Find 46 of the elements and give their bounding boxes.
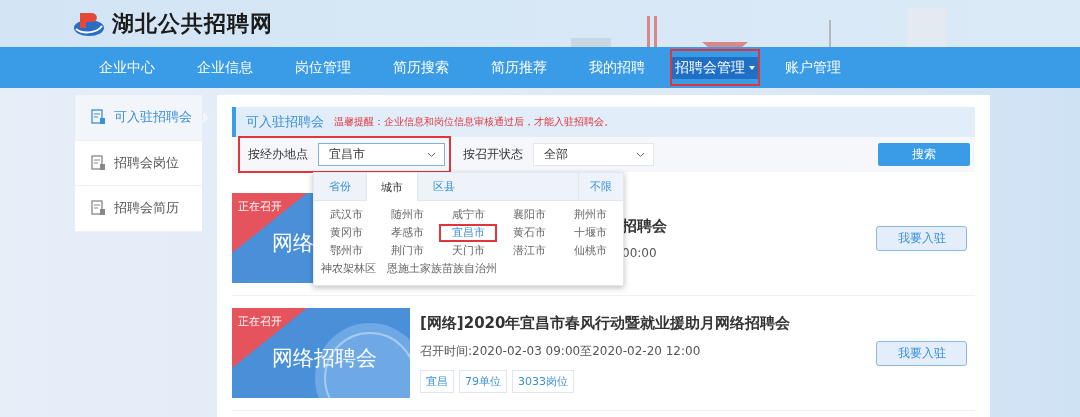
document-icon: [91, 200, 106, 217]
chevron-down-icon: [636, 151, 645, 158]
status-label: 正在召开: [238, 199, 282, 214]
city-option[interactable]: 襄阳市: [501, 207, 557, 223]
city-option[interactable]: 宜昌市: [440, 225, 496, 241]
section-title: 可入驻招聘会: [246, 113, 324, 131]
status-label: 正在召开: [238, 314, 282, 329]
city-option[interactable]: 随州市: [379, 207, 435, 223]
location-select[interactable]: 宜昌市: [318, 143, 445, 166]
city-option[interactable]: 神农架林区: [318, 261, 379, 277]
fair-tag: 宜昌: [420, 369, 454, 393]
fair-time: 召开时间:2020-02-03 09:00至2020-02-20 12:00: [420, 342, 702, 360]
fair-tag: 79单位: [459, 369, 507, 393]
city-option[interactable]: 天门市: [440, 243, 496, 259]
city-option[interactable]: 鄂州市: [318, 243, 374, 259]
sidebar-label: 招聘会岗位: [114, 153, 179, 172]
city-option[interactable]: 荆州市: [562, 207, 618, 223]
city-option[interactable]: 黄石市: [501, 225, 557, 241]
city-option[interactable]: 潜江市: [501, 243, 557, 259]
any-option[interactable]: 不限: [578, 173, 623, 200]
filter-label: 按经办地点: [248, 146, 308, 163]
document-icon: [91, 109, 106, 126]
city-option[interactable]: 武汉市: [318, 207, 374, 223]
city-option[interactable]: 孝感市: [379, 225, 435, 241]
sidebar-label: 招聘会简历: [114, 199, 179, 218]
chevron-down-icon: [427, 151, 436, 158]
notice-text: 温馨提醒：企业信息和岗位信息审核通过后，才能入驻招聘会。: [334, 115, 614, 129]
city-option[interactable]: 仙桃市: [562, 243, 618, 259]
status-select[interactable]: 全部: [533, 143, 654, 166]
fair-title: [网络]2020年宜昌市春风行动暨就业援助月网络招聘会: [420, 313, 792, 333]
caret-icon: [749, 65, 755, 70]
banner-text: 网络招聘会: [272, 345, 377, 372]
site-title: 湖北公共招聘网: [112, 9, 273, 38]
document-icon: [91, 154, 106, 171]
banner-text: 网络: [272, 230, 314, 257]
dropdown-tab[interactable]: 省份: [314, 173, 366, 200]
filter-label: 按召开状态: [463, 146, 523, 163]
city-option[interactable]: 黄冈市: [318, 225, 374, 241]
city-option[interactable]: 咸宁市: [440, 207, 496, 223]
dropdown-tab[interactable]: 区县: [418, 173, 470, 200]
fair-tag: 3033岗位: [512, 369, 574, 393]
city-option[interactable]: 十堰市: [562, 225, 618, 241]
sidebar-label: 可入驻招聘会: [114, 108, 192, 127]
city-option[interactable]: 荆门市: [379, 243, 435, 259]
city-option[interactable]: 恩施土家族苗族自治州: [384, 261, 500, 277]
dropdown-tab[interactable]: 城市: [366, 173, 418, 201]
